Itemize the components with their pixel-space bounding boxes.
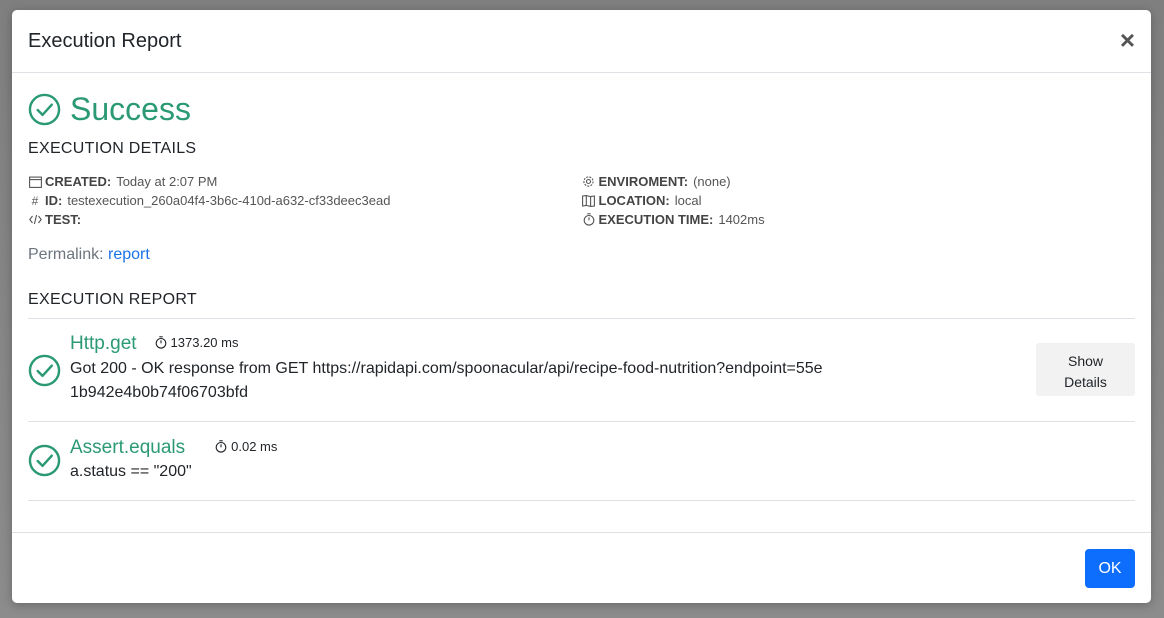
calendar-icon [28,175,42,189]
location-label: LOCATION: [598,193,670,208]
test-label: TEST: [45,212,82,227]
details-grid: CREATED: Today at 2:07 PM # ID: testexec… [28,172,1135,229]
report-step: Http.get 1373.20 ms Got 200 - OK respons… [28,319,1135,422]
stopwatch-icon [155,336,166,349]
execution-time-value: 1402ms [718,212,765,227]
execution-time-row: EXECUTION TIME: 1402ms [582,210,1136,229]
execution-time-label: EXECUTION TIME: [598,212,714,227]
hash-icon: # [31,193,39,208]
modal-title: Execution Report [28,29,182,52]
id-label: ID: [45,193,63,208]
close-button[interactable]: × [1120,27,1135,53]
permalink-label: Permalink: [28,246,104,263]
stopwatch-icon [582,213,596,227]
stopwatch-icon [215,440,227,453]
created-row: CREATED: Today at 2:07 PM [28,172,582,191]
show-details-line1: Show [1067,353,1104,369]
step-name: Assert.equals [70,437,186,458]
environment-row: ENVIROMENT: (none) [582,172,1136,191]
gear-icon [582,175,596,189]
created-value: Today at 2:07 PM [116,174,218,189]
permalink-row: Permalink: report [28,246,1135,264]
report-step: Assert.equals 0.02 ms a.status == "200" [28,422,1135,501]
execution-report-heading: EXECUTION REPORT [28,291,197,308]
environment-value: (none) [693,174,731,189]
status-text: Success [70,90,191,127]
permalink-link[interactable]: report [108,246,150,263]
step-header: Http.get 1373.20 ms [70,333,1135,355]
show-details-line2: Details [1064,374,1107,390]
test-row: TEST: [28,210,582,229]
modal-footer: OK [12,532,1151,603]
step-duration-value: 0.02 ms [231,439,278,454]
details-left-column: CREATED: Today at 2:07 PM # ID: testexec… [28,172,582,229]
id-row: # ID: testexecution_260a04f4-3b6c-410d-a… [28,191,582,210]
step-duration: 0.02 ms [215,439,277,454]
id-value: testexecution_260a04f4-3b6c-410d-a632-cf… [67,193,391,208]
location-row: LOCATION: local [582,191,1136,210]
step-message: Got 200 - OK response from GET https://r… [70,360,823,401]
modal-header: Execution Report × [12,10,1151,73]
modal-body: Success EXECUTION DETAILS CREATED: Today… [12,73,1151,533]
step-message: a.status == "200" [70,463,192,480]
location-value: local [674,193,702,208]
step-duration: 1373.20 ms [155,335,239,350]
status-row: Success [28,90,1135,127]
execution-report-modal: Execution Report × Success EXECUTION DET… [12,10,1151,603]
step-name: Http.get [70,333,137,354]
map-icon [582,194,596,208]
execution-details-heading: EXECUTION DETAILS [28,140,197,157]
details-right-column: ENVIROMENT: (none) LOCATION: local EXECU… [582,172,1136,229]
step-duration-value: 1373.20 ms [170,335,239,350]
show-details-button[interactable]: Show Details [1036,343,1135,396]
environment-label: ENVIROMENT: [598,174,689,189]
created-label: CREATED: [45,174,112,189]
code-icon [28,213,42,227]
check-circle-icon [28,93,61,125]
step-header: Assert.equals 0.02 ms [70,437,1135,459]
check-circle-icon [28,444,61,477]
ok-button[interactable]: OK [1085,549,1135,588]
check-circle-icon [28,354,61,387]
